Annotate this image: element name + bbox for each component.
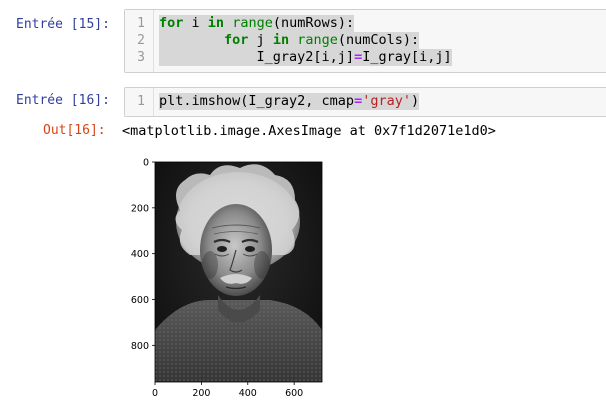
code-editor[interactable]: 1 for i in range(numRows): 2 for j in rang… bbox=[124, 9, 606, 73]
portrait-photo bbox=[155, 162, 322, 382]
code-token: plt.imshow(I_gray2, cmap bbox=[159, 93, 355, 109]
code-token: (numRows): bbox=[272, 15, 355, 31]
code-token: for bbox=[224, 32, 249, 48]
code-editor[interactable]: 1 plt.imshow(I_gray2, cmap='gray') bbox=[124, 87, 606, 117]
code-token: i bbox=[183, 15, 208, 31]
code-token: j bbox=[248, 32, 273, 48]
line-number: 2 bbox=[137, 33, 145, 48]
line-number: 1 bbox=[137, 94, 145, 109]
y-tick-label: 400 bbox=[131, 249, 149, 260]
x-tick-label: 200 bbox=[192, 388, 210, 399]
code-line[interactable]: plt.imshow(I_gray2, cmap='gray') bbox=[159, 93, 420, 110]
output-prompt: Out[16]: bbox=[43, 123, 106, 138]
output-text: <matplotlib.image.AxesImage at 0x7f1d207… bbox=[122, 123, 496, 139]
code-token: I_gray2[i,j] bbox=[159, 49, 355, 65]
plot-output: 0 200 400 600 800 0 200 400 600 bbox=[110, 150, 350, 411]
input-prompt: Entrée [16]: bbox=[16, 93, 110, 108]
y-tick-label: 800 bbox=[131, 341, 149, 352]
code-token: in bbox=[272, 32, 290, 48]
code-token: range bbox=[232, 15, 273, 31]
y-tick-label: 200 bbox=[131, 203, 149, 214]
x-tick-label: 600 bbox=[285, 388, 303, 399]
code-token: = bbox=[354, 93, 363, 109]
y-tick-label: 0 bbox=[143, 158, 149, 169]
line-number: 3 bbox=[137, 50, 145, 65]
code-token: (numCols): bbox=[337, 32, 420, 48]
imshow-plot: 0 200 400 600 800 0 200 400 600 bbox=[131, 158, 323, 399]
x-tick-label: 0 bbox=[152, 388, 158, 399]
code-token: range bbox=[297, 32, 338, 48]
code-token: ) bbox=[411, 93, 420, 109]
code-line[interactable]: for j in range(numCols): bbox=[159, 32, 420, 49]
line-number: 1 bbox=[137, 16, 145, 31]
x-tick-label: 400 bbox=[239, 388, 257, 399]
code-token: = bbox=[354, 49, 363, 65]
code-token: for bbox=[159, 15, 184, 31]
code-line[interactable]: for i in range(numRows): bbox=[159, 15, 355, 32]
input-prompt: Entrée [15]: bbox=[16, 17, 110, 32]
code-token: in bbox=[207, 15, 225, 31]
y-tick-label: 600 bbox=[131, 295, 149, 306]
code-line[interactable]: I_gray2[i,j]=I_gray[i,j] bbox=[159, 49, 452, 66]
code-token: I_gray[i,j] bbox=[362, 49, 452, 65]
code-token: 'gray' bbox=[362, 93, 411, 109]
